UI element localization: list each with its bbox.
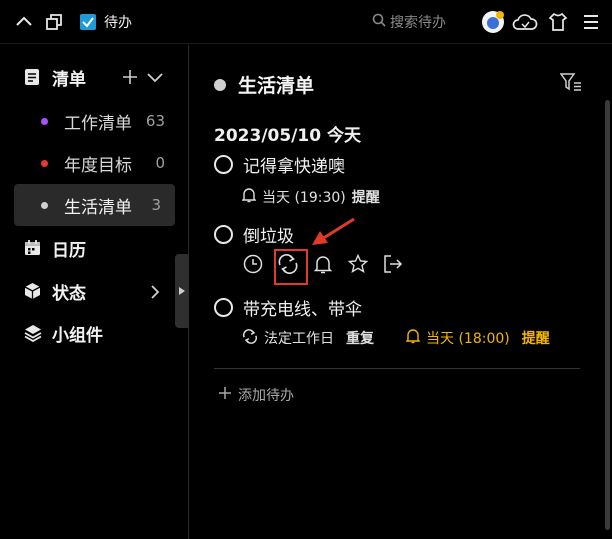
move-out-icon[interactable] — [382, 253, 404, 275]
clock-icon[interactable] — [242, 253, 264, 275]
task-checkbox[interactable] — [214, 298, 233, 317]
calendar-icon — [24, 239, 41, 260]
repeat-icon — [242, 328, 258, 348]
list-color-dot — [214, 78, 226, 91]
sidebar-item-calendar[interactable]: 日历 — [0, 228, 189, 268]
cloud-sync-icon[interactable] — [512, 10, 538, 34]
task-item[interactable]: 倒垃圾 — [214, 222, 294, 247]
chevron-right-icon — [150, 284, 160, 304]
annotation-highlight-box — [274, 249, 308, 285]
list-color-dot — [41, 201, 48, 209]
sidebar-item-work-list[interactable]: 工作清单 63 — [0, 101, 189, 141]
list-header: 生活清单 — [214, 71, 314, 98]
task-reminder: 当天 (19:30) 提醒 — [241, 187, 380, 207]
bell-icon[interactable] — [312, 253, 334, 275]
list-count: 63 — [145, 112, 165, 130]
task-reminder: 当天 (18:00) 提醒 — [405, 328, 550, 348]
list-color-dot — [41, 159, 48, 167]
repeat-label: 重复 — [346, 331, 374, 347]
sidebar-collapse-handle[interactable] — [175, 254, 189, 328]
star-icon[interactable] — [347, 253, 369, 275]
task-title: 倒垃圾 — [243, 227, 294, 247]
add-todo-button[interactable]: 添加待办 — [218, 385, 294, 405]
search-icon — [372, 13, 386, 31]
task-title: 记得拿快递噢 — [243, 157, 345, 177]
plus-icon — [218, 386, 232, 404]
annotation-arrow-icon — [312, 217, 355, 245]
task-checkbox[interactable] — [214, 155, 233, 174]
sidebar-lists-header[interactable]: 清单 — [0, 57, 189, 97]
reminder-label: 提醒 — [351, 190, 380, 206]
page-title: 生活清单 — [238, 75, 315, 97]
sidebar-item-label: 生活清单 — [64, 197, 132, 218]
chevron-up-icon[interactable] — [14, 12, 34, 32]
mini-window-icon[interactable] — [44, 12, 64, 32]
sidebar-item-status[interactable]: 状态 — [0, 271, 189, 311]
cube-icon — [24, 282, 41, 304]
menu-icon[interactable] — [580, 11, 602, 33]
search-box[interactable]: 搜索待办 — [372, 12, 446, 32]
sidebar-lists-label: 清单 — [52, 69, 86, 90]
divider — [214, 368, 580, 369]
add-list-icon[interactable] — [121, 68, 139, 90]
task-item[interactable]: 带充电线、带伞 — [214, 295, 362, 320]
layers-icon — [24, 324, 42, 346]
shirt-icon[interactable] — [547, 11, 569, 33]
sidebar-item-label: 年度目标 — [64, 155, 132, 176]
list-icon — [24, 68, 40, 90]
reminder-time: 当天 (18:00) — [426, 331, 510, 347]
list-count: 0 — [155, 154, 165, 172]
date-heading: 2023/05/10 今天 — [214, 126, 361, 146]
filter-icon[interactable] — [559, 72, 582, 96]
search-placeholder: 搜索待办 — [390, 15, 446, 31]
reminder-label: 提醒 — [521, 331, 550, 347]
sidebar: 清单 工作清单 63 年度目标 0 生活清单 3 日历 状态 小组件 — [0, 45, 189, 539]
list-count: 3 — [151, 196, 161, 214]
sidebar-item-label: 工作清单 — [64, 113, 132, 134]
chevron-down-icon[interactable] — [146, 70, 164, 89]
task-toolbar — [242, 253, 404, 275]
main-panel: 生活清单 2023/05/10 今天 记得拿快递噢 当天 (19:30) 提醒 … — [190, 45, 612, 539]
triangle-right-icon — [179, 287, 185, 295]
todo-app-icon — [78, 12, 98, 32]
bell-icon — [241, 187, 257, 207]
sidebar-item-widgets[interactable]: 小组件 — [0, 313, 189, 353]
avatar[interactable] — [481, 10, 505, 34]
sidebar-item-life-list[interactable]: 生活清单 3 — [14, 184, 175, 226]
list-color-dot — [41, 117, 48, 125]
repeat-rule: 法定工作日 — [264, 331, 334, 347]
sidebar-item-label: 小组件 — [52, 325, 103, 346]
task-checkbox[interactable] — [214, 225, 233, 244]
add-todo-label: 添加待办 — [238, 388, 294, 404]
title-bar: 待办 搜索待办 — [0, 0, 612, 44]
sidebar-item-annual-goals[interactable]: 年度目标 0 — [0, 143, 189, 183]
task-title: 带充电线、带伞 — [243, 300, 362, 320]
bell-icon — [405, 328, 421, 348]
sidebar-item-label: 日历 — [52, 240, 86, 261]
sidebar-item-label: 状态 — [52, 283, 86, 304]
scrollbar[interactable] — [605, 100, 610, 530]
app-title: 待办 — [104, 15, 132, 31]
reminder-time: 当天 (19:30) — [262, 190, 346, 206]
task-item[interactable]: 记得拿快递噢 — [214, 152, 345, 177]
task-repeat: 法定工作日 重复 — [242, 328, 374, 348]
